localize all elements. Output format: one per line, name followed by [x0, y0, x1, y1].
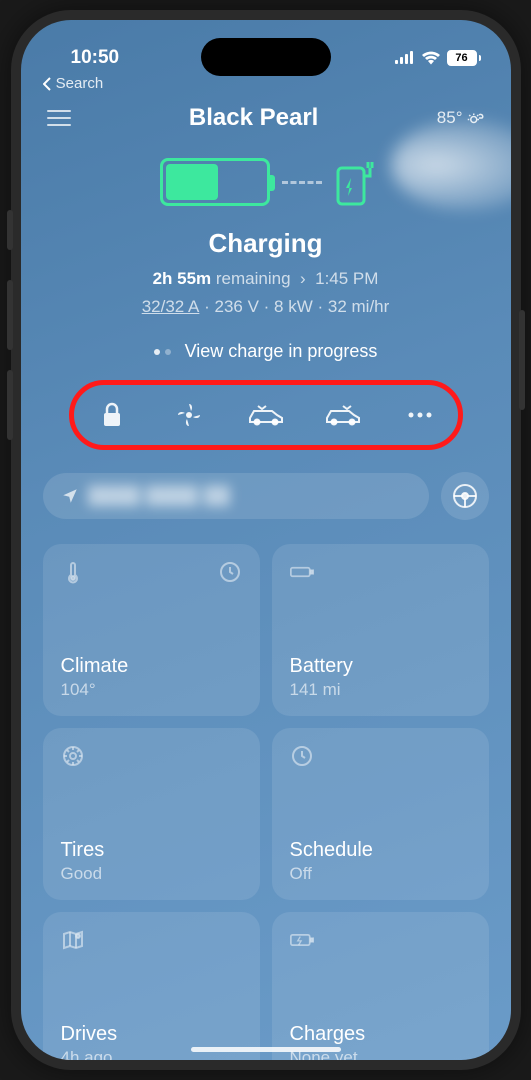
more-button[interactable] [400, 395, 440, 435]
charging-time-row[interactable]: 2h 55m remaining › 1:45 PM [51, 265, 481, 293]
clock-icon [218, 560, 242, 584]
card-value: Off [290, 864, 471, 884]
frunk-button[interactable] [246, 395, 286, 435]
menu-icon[interactable] [47, 105, 71, 131]
card-value: Good [61, 864, 242, 884]
tire-icon [61, 744, 85, 768]
back-link[interactable]: Search [21, 75, 511, 92]
clock-icon [290, 744, 314, 768]
climate-card[interactable]: Climate 104° [43, 544, 260, 716]
clock: 10:50 [71, 47, 120, 69]
page-title: Black Pearl [71, 104, 437, 132]
back-link-label: Search [56, 75, 104, 92]
charging-status-title: Charging [51, 228, 481, 259]
charge-icon [290, 928, 314, 952]
battery-indicator: 76 [447, 50, 481, 66]
location-arrow-icon [61, 487, 79, 505]
trunk-button[interactable] [323, 395, 363, 435]
thermometer-icon [61, 560, 85, 584]
location-pill[interactable]: ████ ████ ██ [43, 473, 429, 519]
charger-icon [334, 158, 372, 206]
card-label: Tires [61, 839, 242, 862]
home-indicator[interactable] [191, 1047, 341, 1052]
map-icon [61, 928, 85, 952]
page-dots-icon [154, 349, 171, 355]
card-label: Charges [290, 1023, 471, 1046]
card-label: Drives [61, 1023, 242, 1046]
charging-details-row[interactable]: 32/32 A · 236 V · 8 kW · 32 mi/hr [51, 293, 481, 321]
tires-card[interactable]: Tires Good [43, 728, 260, 900]
signal-icon [395, 51, 415, 64]
view-charge-progress[interactable]: View charge in progress [21, 337, 511, 380]
card-label: Climate [61, 655, 242, 678]
car-battery-icon [160, 158, 270, 206]
battery-card[interactable]: Battery 141 mi [272, 544, 489, 716]
card-label: Schedule [290, 839, 471, 862]
card-label: Battery [290, 655, 471, 678]
battery-icon [290, 560, 314, 584]
steering-wheel-button[interactable] [441, 472, 489, 520]
fan-button[interactable] [169, 395, 209, 435]
location-text: ████ ████ ██ [89, 486, 231, 506]
quick-actions-highlight [69, 380, 463, 450]
lock-button[interactable] [92, 395, 132, 435]
charges-card[interactable]: Charges None yet [272, 912, 489, 1060]
wifi-icon [421, 51, 441, 65]
dynamic-island [201, 38, 331, 76]
drives-card[interactable]: Drives 4h ago [43, 912, 260, 1060]
schedule-card[interactable]: Schedule Off [272, 728, 489, 900]
card-value: 104° [61, 680, 242, 700]
card-value: 141 mi [290, 680, 471, 700]
